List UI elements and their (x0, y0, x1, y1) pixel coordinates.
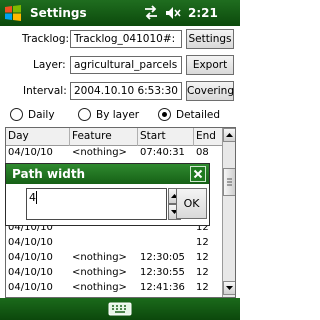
radio-circle (78, 108, 91, 121)
cell-start: 12:41:36 (140, 282, 185, 293)
interval-label: Interval: (23, 85, 67, 97)
dialog-close-button[interactable] (190, 166, 206, 182)
app-title: Settings (30, 6, 87, 20)
table-scrollbar[interactable] (222, 128, 235, 297)
cell-feature: <nothing> (72, 147, 127, 158)
cell-day: 04/10/10 (8, 282, 53, 293)
table-row[interactable]: 04/10/10 <nothing> 12:30:05 12 (6, 251, 222, 264)
title-bar: Settings 2:21 (0, 0, 240, 26)
cell-day: 04/10/10 (8, 252, 53, 263)
scroll-up-arrow-icon (226, 133, 233, 137)
cell-end: 12 (196, 267, 209, 278)
radio-daily[interactable]: Daily (10, 107, 72, 123)
table-row[interactable]: 04/10/10 12 (6, 236, 222, 249)
keyboard-icon[interactable] (108, 301, 132, 317)
radio-detailed[interactable]: Detailed (158, 107, 236, 123)
layer-value: agricultural_parcels (74, 59, 178, 71)
cell-end: 12 (196, 282, 209, 293)
interval-value: 2004.10.10 6:53:30 - (74, 85, 182, 97)
bottom-menu-bar (0, 298, 240, 320)
cell-day: 04/10/10 (8, 267, 53, 278)
export-button[interactable]: Export (186, 55, 234, 75)
settings-button[interactable]: Settings (186, 29, 234, 49)
cell-day: 04/10/10 (8, 147, 53, 158)
status-icons: 2:21 (142, 3, 240, 23)
text-cursor (36, 191, 37, 204)
radio-by-layer-label: By layer (96, 109, 140, 121)
radio-circle (10, 108, 23, 121)
radio-circle (158, 108, 171, 121)
cell-day: 04/10/10 (8, 237, 53, 248)
volume-muted-icon[interactable] (164, 4, 182, 22)
column-header-start[interactable]: Start (138, 128, 194, 146)
windows-start-icon[interactable] (4, 4, 22, 22)
radio-daily-label: Daily (28, 109, 55, 121)
close-icon (193, 169, 203, 179)
path-width-value: 4 (29, 191, 36, 204)
layer-dropdown[interactable]: agricultural_parcels (70, 56, 182, 74)
scroll-up-button[interactable] (223, 128, 235, 142)
scroll-thumb[interactable] (223, 168, 235, 196)
cell-end: 12 (196, 252, 209, 263)
ok-button[interactable]: OK (176, 188, 207, 219)
cell-start: 12:30:55 (140, 267, 185, 278)
table-row[interactable]: 04/10/10 <nothing> 07:40:31 08 (6, 146, 222, 159)
path-width-input[interactable]: 4 (26, 188, 181, 220)
dialog-title: Path width (12, 167, 86, 181)
cell-feature: <nothing> (72, 267, 127, 278)
cell-start: 12:30:05 (140, 252, 185, 263)
table-row[interactable]: 04/10/10 <nothing> 12:30:55 12 (6, 266, 222, 279)
radio-selected-dot (162, 112, 167, 117)
column-header-day[interactable]: Day (6, 128, 70, 146)
dialog-title-bar: Path width (6, 164, 209, 184)
connectivity-icon[interactable] (142, 4, 160, 22)
tracklog-dropdown[interactable]: Tracklog_041010#: (70, 30, 182, 48)
table-row[interactable]: 04/10/10 <nothing> 12:41:36 12 (6, 281, 222, 294)
cell-feature: <nothing> (72, 282, 127, 293)
tracklog-value: Tracklog_041010#: (74, 33, 176, 45)
tracklog-label: Tracklog: (22, 33, 70, 45)
column-header-end[interactable]: End (194, 128, 222, 146)
layer-label: Layer: (33, 59, 66, 71)
column-header-feature[interactable]: Feature (70, 128, 138, 146)
cell-end: 12 (196, 237, 209, 248)
cell-end: 08 (196, 147, 209, 158)
table-header: Day Feature Start End (6, 128, 222, 146)
covering-button[interactable]: Covering (186, 81, 234, 101)
cell-feature: <nothing> (72, 252, 127, 263)
scroll-down-arrow-icon (226, 286, 233, 290)
radio-detailed-label: Detailed (176, 109, 221, 121)
clock: 2:21 (188, 6, 218, 20)
interval-field[interactable]: 2004.10.10 6:53:30 - (70, 82, 182, 100)
cell-start: 07:40:31 (140, 147, 185, 158)
path-width-dialog: Path width 4 OK (5, 163, 210, 226)
radio-by-layer[interactable]: By layer (78, 107, 154, 123)
scroll-down-button[interactable] (223, 281, 235, 295)
grip-icon (227, 178, 232, 186)
